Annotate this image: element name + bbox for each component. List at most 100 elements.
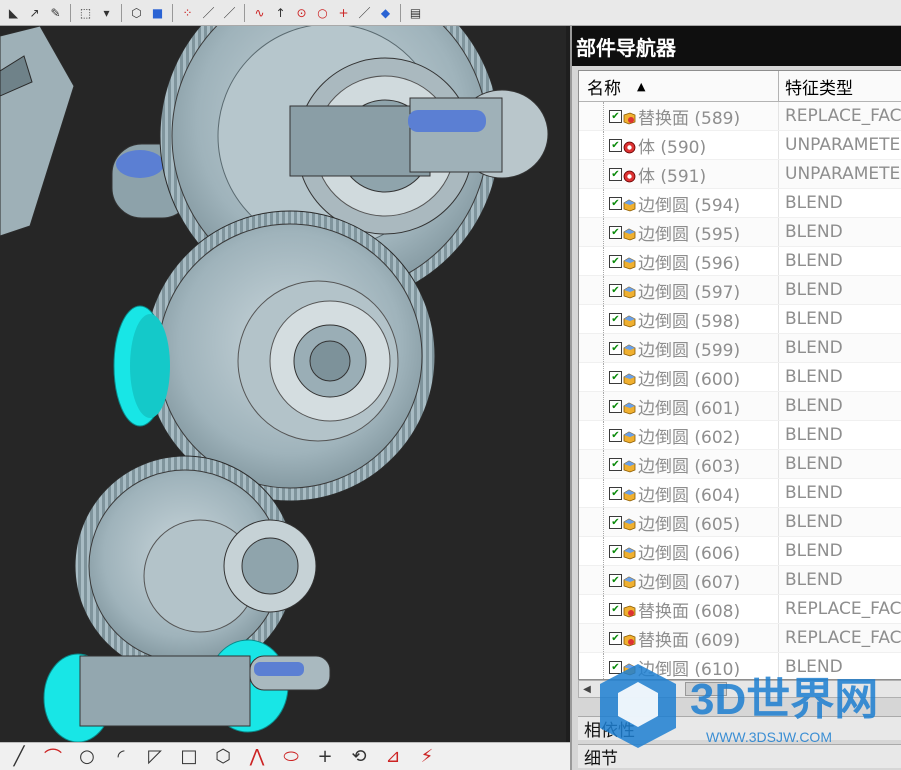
visibility-checkbox-icon[interactable]: ✔	[609, 283, 622, 297]
column-type-header[interactable]: 特征类型	[779, 71, 901, 101]
visibility-checkbox-icon[interactable]: ✔	[609, 660, 622, 674]
visibility-checkbox-icon[interactable]: ✔	[609, 428, 622, 442]
visibility-checkbox-icon[interactable]: ✔	[609, 515, 622, 529]
feature-row[interactable]: ✔ 边倒圆 (607) BLEND	[579, 566, 901, 595]
diag-line-2-icon[interactable]: ／	[220, 3, 239, 22]
visibility-checkbox-icon[interactable]: ✔	[609, 370, 622, 384]
feature-row[interactable]: ✔ 体 (590) UNPARAMETE	[579, 131, 901, 160]
feature-name-cell[interactable]: ✔ 边倒圆 (597)	[579, 276, 779, 304]
feature-name-cell[interactable]: ✔ 边倒圆 (606)	[579, 537, 779, 565]
pen-icon[interactable]: ✎	[46, 3, 65, 22]
feature-row[interactable]: ✔ 边倒圆 (598) BLEND	[579, 305, 901, 334]
spline-icon[interactable]: ∿	[250, 3, 269, 22]
line-icon[interactable]: ╱	[6, 746, 32, 768]
graphics-viewport[interactable]	[0, 26, 566, 742]
visibility-checkbox-icon[interactable]: ✔	[609, 544, 622, 558]
feature-row[interactable]: ✔ 边倒圆 (603) BLEND	[579, 450, 901, 479]
feature-row[interactable]: ✔ 边倒圆 (594) BLEND	[579, 189, 901, 218]
feature-row[interactable]: ✔ 边倒圆 (595) BLEND	[579, 218, 901, 247]
arrow-icon[interactable]: ↗	[25, 3, 44, 22]
dropdown-icon[interactable]: ▾	[97, 3, 116, 22]
cube-view-icon[interactable]: ⬡	[127, 3, 146, 22]
visibility-checkbox-icon[interactable]: ✔	[609, 254, 622, 268]
feature-name-cell[interactable]: ✔ 边倒圆 (607)	[579, 566, 779, 594]
feature-name-cell[interactable]: ✔ 边倒圆 (594)	[579, 189, 779, 217]
scroll-left-icon[interactable]: ◀	[579, 684, 595, 695]
circle-icon[interactable]: ○	[74, 746, 100, 768]
feature-row[interactable]: ✔ 边倒圆 (596) BLEND	[579, 247, 901, 276]
visibility-checkbox-icon[interactable]: ✔	[609, 312, 622, 326]
shaded-cube-icon[interactable]: ■	[148, 3, 167, 22]
visibility-checkbox-icon[interactable]: ✔	[609, 167, 622, 181]
snap-icon[interactable]: ○	[313, 3, 332, 22]
visibility-checkbox-icon[interactable]: ✔	[609, 573, 622, 587]
feature-name-cell[interactable]: ✔ 边倒圆 (598)	[579, 305, 779, 333]
feature-name-cell[interactable]: ✔ 边倒圆 (603)	[579, 450, 779, 478]
feature-row[interactable]: ✔ 边倒圆 (602) BLEND	[579, 421, 901, 450]
ellipse-icon[interactable]: ⬭	[278, 746, 304, 768]
bolt-icon[interactable]: ◆	[376, 3, 395, 22]
feature-row[interactable]: ✔ 边倒圆 (605) BLEND	[579, 508, 901, 537]
feature-row[interactable]: ✔ 边倒圆 (604) BLEND	[579, 479, 901, 508]
constraint-icon[interactable]: ⊿	[380, 746, 406, 768]
feature-row[interactable]: ✔ 替换面 (589) REPLACE_FAC	[579, 102, 901, 131]
rectangle-icon[interactable]: □	[176, 746, 202, 768]
visibility-checkbox-icon[interactable]: ✔	[609, 138, 622, 152]
fillet-icon[interactable]: ◜	[108, 746, 134, 768]
slash-icon[interactable]: ／	[355, 3, 374, 22]
feature-name-cell[interactable]: ✔ 边倒圆 (600)	[579, 363, 779, 391]
up-arrow-icon[interactable]: ↑	[271, 3, 290, 22]
feature-name-cell[interactable]: ✔ 边倒圆 (599)	[579, 334, 779, 362]
feature-name-cell[interactable]: ✔ 替换面 (589)	[579, 102, 779, 130]
visibility-checkbox-icon[interactable]: ✔	[609, 486, 622, 500]
feature-row[interactable]: ✔ 边倒圆 (606) BLEND	[579, 537, 901, 566]
feature-name-cell[interactable]: ✔ 边倒圆 (610)	[579, 653, 779, 679]
visibility-checkbox-icon[interactable]: ✔	[609, 341, 622, 355]
feature-name-cell[interactable]: ✔ 边倒圆 (595)	[579, 218, 779, 246]
column-name-header[interactable]: 名称 ▲	[579, 71, 779, 101]
feature-name-cell[interactable]: ✔ 边倒圆 (605)	[579, 508, 779, 536]
feature-row[interactable]: ✔ 边倒圆 (610) BLEND	[579, 653, 901, 679]
feature-name-cell[interactable]: ✔ 边倒圆 (602)	[579, 421, 779, 449]
feature-name-cell[interactable]: ✔ 边倒圆 (604)	[579, 479, 779, 507]
visibility-checkbox-icon[interactable]: ✔	[609, 457, 622, 471]
feature-row[interactable]: ✔ 替换面 (609) REPLACE_FAC	[579, 624, 901, 653]
point-icon[interactable]: +	[312, 746, 338, 768]
feature-name-cell[interactable]: ✔ 替换面 (609)	[579, 624, 779, 652]
sketch-icon[interactable]: ◣	[4, 3, 23, 22]
polygon-icon[interactable]: ⬡	[210, 746, 236, 768]
studio-spline-icon[interactable]: ⋀	[244, 746, 270, 768]
rectangle-icon[interactable]: ⬚	[76, 3, 95, 22]
chamfer-icon[interactable]: ◸	[142, 746, 168, 768]
visibility-checkbox-icon[interactable]: ✔	[609, 225, 622, 239]
feature-row[interactable]: ✔ 替换面 (608) REPLACE_FAC	[579, 595, 901, 624]
scroll-thumb[interactable]	[685, 682, 727, 696]
feature-name-cell[interactable]: ✔ 边倒圆 (596)	[579, 247, 779, 275]
feature-row[interactable]: ✔ 边倒圆 (600) BLEND	[579, 363, 901, 392]
cross-icon[interactable]: +	[334, 3, 353, 22]
dots-icon[interactable]: ⁘	[178, 3, 197, 22]
feature-row[interactable]: ✔ 边倒圆 (601) BLEND	[579, 392, 901, 421]
circle-point-icon[interactable]: ⊙	[292, 3, 311, 22]
feature-name-cell[interactable]: ✔ 体 (591)	[579, 160, 779, 188]
dimension-icon[interactable]: ⚡	[414, 746, 440, 768]
details-panel-tab[interactable]: 细节	[578, 744, 901, 769]
visibility-checkbox-icon[interactable]: ✔	[609, 109, 622, 123]
diag-line-icon[interactable]: ／	[199, 3, 218, 22]
arc-icon[interactable]: ⌒	[40, 746, 66, 769]
visibility-checkbox-icon[interactable]: ✔	[609, 602, 622, 616]
feature-row[interactable]: ✔ 体 (591) UNPARAMETE	[579, 160, 901, 189]
horizontal-scrollbar[interactable]: ◀	[578, 680, 901, 698]
dependencies-panel-tab[interactable]: 相依性	[578, 716, 901, 741]
gear-assembly-model[interactable]	[0, 26, 566, 742]
feature-name-cell[interactable]: ✔ 替换面 (608)	[579, 595, 779, 623]
feature-table[interactable]: 名称 ▲ 特征类型 ✔ 替换面 (589) REPLACE_FAC ✔ 体 (590) U…	[578, 70, 901, 680]
feature-name-cell[interactable]: ✔ 边倒圆 (601)	[579, 392, 779, 420]
visibility-checkbox-icon[interactable]: ✔	[609, 399, 622, 413]
book-icon[interactable]: ▤	[406, 3, 425, 22]
feature-row[interactable]: ✔ 边倒圆 (597) BLEND	[579, 276, 901, 305]
visibility-checkbox-icon[interactable]: ✔	[609, 196, 622, 210]
visibility-checkbox-icon[interactable]: ✔	[609, 631, 622, 645]
offset-curve-icon[interactable]: ⟲	[346, 746, 372, 768]
feature-name-cell[interactable]: ✔ 体 (590)	[579, 131, 779, 159]
